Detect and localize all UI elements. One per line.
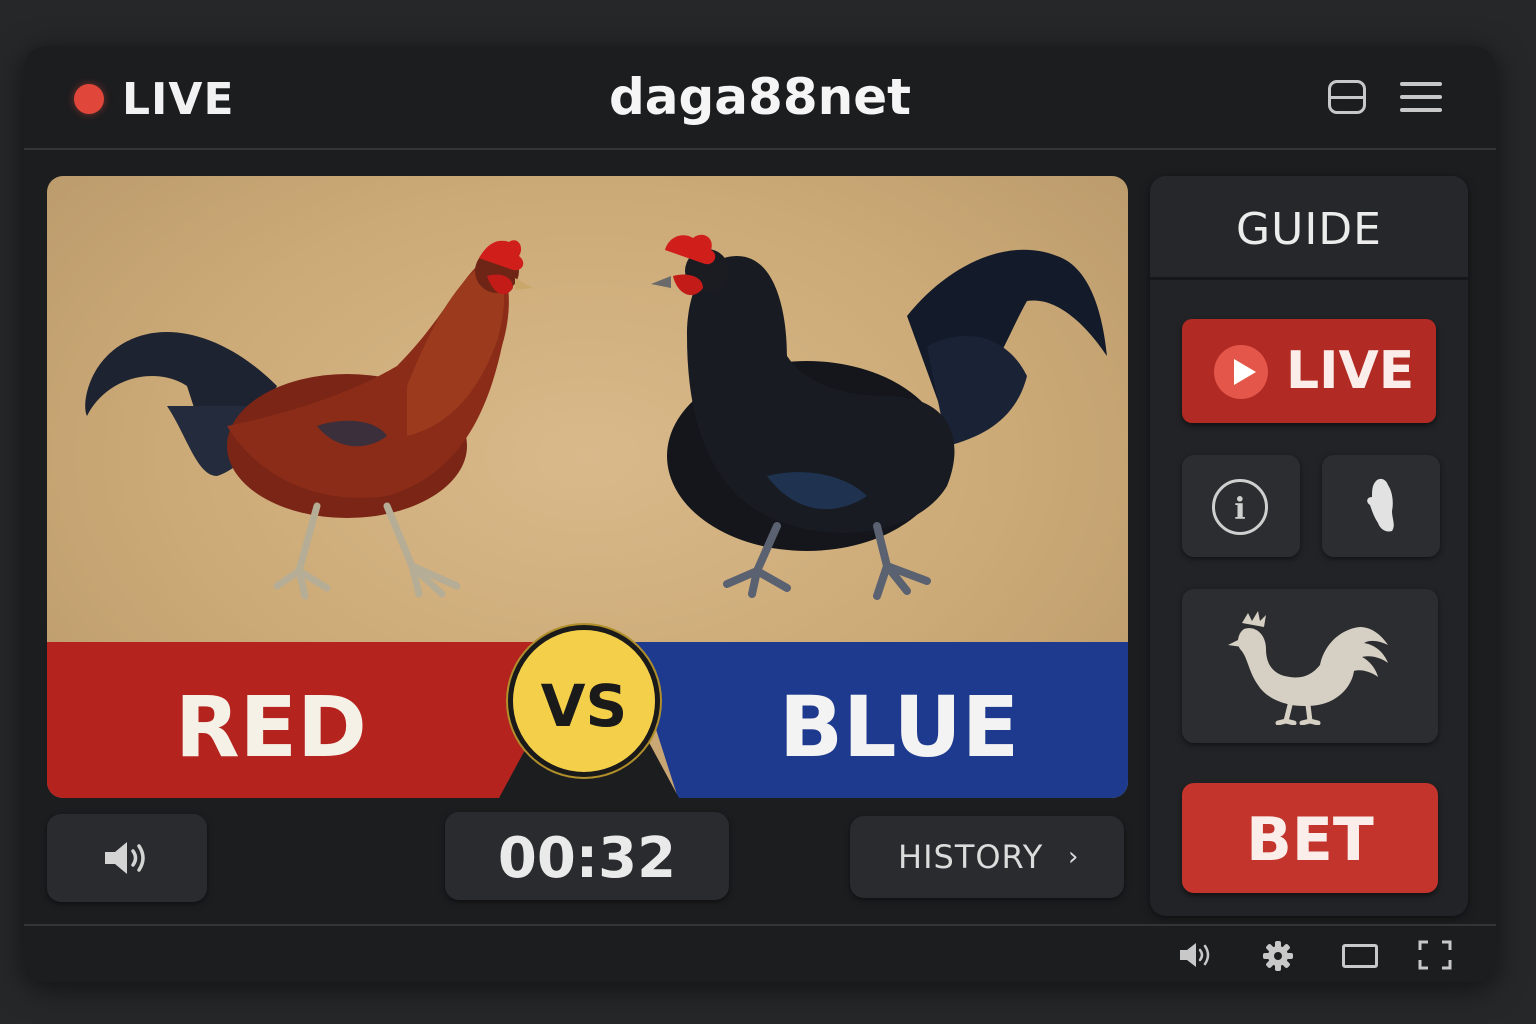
menu-icon[interactable]: [1400, 80, 1442, 114]
video-player[interactable]: RED BLUE VS: [47, 176, 1128, 798]
side-panel: GUIDE LIVE i BET: [1150, 176, 1468, 916]
volume-icon[interactable]: [1178, 940, 1214, 970]
matchup-banner: RED BLUE VS: [47, 625, 1128, 798]
arena-scene: [85, 234, 1107, 600]
timer-value: 00:32: [497, 826, 677, 891]
blue-rooster: [651, 234, 1107, 600]
top-bar: LIVE daga88net: [24, 46, 1496, 150]
chevron-right-icon: ›: [1068, 842, 1079, 872]
red-rooster: [85, 240, 533, 600]
live-button-label: LIVE: [1286, 341, 1415, 401]
vs-badge: VS: [508, 625, 660, 777]
speaker-icon: [105, 842, 145, 874]
stream-window: LIVE daga88net RED BLUE VS 00:32 HISTORY…: [24, 46, 1496, 982]
site-brand: daga88net: [608, 68, 912, 126]
guide-header[interactable]: GUIDE: [1150, 176, 1468, 280]
theater-mode-icon[interactable]: [1342, 944, 1378, 968]
history-button[interactable]: HISTORY ›: [850, 816, 1124, 898]
info-glyph: i: [1234, 492, 1246, 527]
blue-side-label: BLUE: [779, 678, 1020, 776]
rooster-icon: [1228, 611, 1388, 725]
hand-icon: [1367, 478, 1394, 532]
match-timer: 00:32: [445, 812, 729, 900]
volume-button[interactable]: [47, 814, 207, 902]
live-button[interactable]: LIVE: [1182, 319, 1436, 423]
vs-label: VS: [540, 672, 628, 740]
history-label: HISTORY: [898, 838, 1044, 876]
gesture-button[interactable]: [1322, 455, 1440, 557]
play-icon: [1214, 345, 1268, 399]
fullscreen-icon[interactable]: [1418, 940, 1452, 970]
settings-icon[interactable]: [1262, 940, 1294, 972]
bet-button[interactable]: BET: [1182, 783, 1438, 893]
rooster-button[interactable]: [1182, 589, 1438, 743]
guide-label: GUIDE: [1236, 204, 1382, 255]
red-side-label: RED: [175, 678, 367, 776]
info-icon: i: [1212, 479, 1268, 535]
bet-button-label: BET: [1246, 805, 1374, 875]
info-button[interactable]: i: [1182, 455, 1300, 557]
window-icon[interactable]: [1328, 80, 1366, 114]
bottom-toolbar: [24, 924, 1496, 982]
